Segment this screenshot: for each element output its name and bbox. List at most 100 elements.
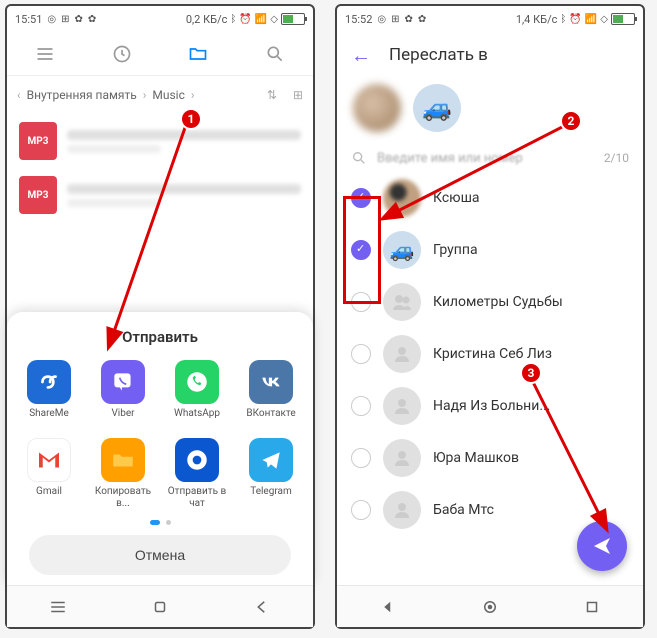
avatar	[383, 335, 421, 373]
checkbox-icon[interactable]	[351, 448, 371, 468]
file-row[interactable]: MP3	[7, 114, 313, 168]
app-label: ShareMe	[29, 408, 69, 432]
folder-icon[interactable]	[187, 43, 209, 65]
checkbox-icon[interactable]	[351, 344, 371, 364]
recent-avatar[interactable]: 🚙	[413, 84, 461, 132]
sort-icon[interactable]: ⇅	[267, 88, 277, 102]
notif-icon: ✿	[75, 14, 83, 25]
folder-icon	[101, 438, 145, 482]
contact-row[interactable]: 🚙 Группа	[345, 224, 635, 276]
chevron-right-icon: ›	[191, 88, 195, 102]
alarm-icon: ⏰	[239, 14, 251, 25]
send-fab[interactable]	[577, 521, 627, 571]
alarm-icon: ⏰	[569, 14, 581, 25]
menu-icon[interactable]	[34, 43, 56, 65]
nav-back-icon[interactable]	[379, 598, 397, 616]
app-label: Копировать в...	[87, 486, 159, 510]
avatar	[383, 179, 421, 217]
whatsapp-icon	[175, 360, 219, 404]
notif-icon: ◎	[47, 14, 56, 25]
breadcrumb[interactable]: ‹ Внутренняя память › Music › ⇅ ⊞	[7, 76, 313, 114]
app-vk[interactable]: ВКонтакте	[235, 360, 307, 432]
checkbox-icon[interactable]	[351, 240, 371, 260]
app-label: WhatsApp	[174, 408, 220, 432]
contact-name: Юра Машков	[433, 450, 519, 466]
app-label: Отправить в чат	[161, 486, 233, 510]
page-title: Переслать в	[389, 45, 488, 65]
avatar	[383, 439, 421, 477]
viber-header: ← Переслать в	[337, 32, 643, 78]
battery-icon	[281, 13, 305, 25]
file-name-blurred	[67, 130, 301, 153]
toolbar	[7, 32, 313, 76]
cancel-button[interactable]: Отмена	[29, 535, 291, 575]
app-whatsapp[interactable]: WhatsApp	[161, 360, 233, 432]
contact-name: Ксюша	[433, 190, 480, 206]
vk-icon	[249, 360, 293, 404]
app-copy[interactable]: Копировать в...	[87, 438, 159, 510]
shareme-icon	[27, 360, 71, 404]
gmail-icon	[27, 438, 71, 482]
status-net: 0,2 КБ/с	[186, 13, 228, 26]
nav-back-icon[interactable]	[253, 598, 271, 616]
search-row[interactable]: Введите имя или номер 2/10	[337, 144, 643, 172]
statusbar: 15:52 ◎ ⊞ ✿ ✿ 1,4 КБ/с ᛒ ⏰ 📶 ◇	[337, 6, 643, 32]
send-icon	[590, 534, 614, 558]
nav-home-icon[interactable]	[481, 598, 499, 616]
notif-icon: ✿	[88, 14, 96, 25]
search-placeholder: Введите имя или номер	[377, 151, 523, 166]
avatar	[383, 387, 421, 425]
contact-list: Ксюша 🚙 Группа Километры Судьбы Кристина…	[337, 172, 643, 536]
grid-icon[interactable]: ⊞	[293, 88, 303, 102]
recent-contacts: 🚙	[337, 78, 643, 144]
contact-row[interactable]: Километры Судьбы	[345, 276, 635, 328]
notif-icon: ⊞	[391, 14, 399, 25]
contact-name: Километры Судьбы	[433, 294, 563, 310]
avatar	[383, 491, 421, 529]
contact-row[interactable]: Кристина Себ Лиз	[345, 328, 635, 380]
nav-home-icon[interactable]	[151, 598, 169, 616]
telegram-icon	[249, 438, 293, 482]
battery-icon	[611, 13, 635, 25]
contact-row[interactable]: Ксюша	[345, 172, 635, 224]
phone-viber: 15:52 ◎ ⊞ ✿ ✿ 1,4 КБ/с ᛒ ⏰ 📶 ◇ ← Пересла…	[335, 4, 645, 629]
nav-menu-icon[interactable]	[49, 598, 67, 616]
notif-icon: ⊞	[61, 14, 69, 25]
avatar: 🚙	[383, 231, 421, 269]
app-chat[interactable]: Отправить в чат	[161, 438, 233, 510]
app-gmail[interactable]: Gmail	[13, 438, 85, 510]
breadcrumb-folder[interactable]: Music	[152, 88, 184, 102]
signal-icon: 📶	[585, 14, 597, 25]
navbar	[337, 585, 643, 627]
checkbox-icon[interactable]	[351, 188, 371, 208]
checkbox-icon[interactable]	[351, 396, 371, 416]
viber-icon	[101, 360, 145, 404]
phone-filemanager: 15:51 ◎ ⊞ ✿ ✿ 0,2 КБ/с ᛒ ⏰ 📶 ◇ ‹ Внутрен…	[5, 4, 315, 629]
chevron-right-icon: ›	[143, 88, 147, 102]
file-row[interactable]: MP3	[7, 168, 313, 222]
bluetooth-icon: ᛒ	[560, 14, 566, 25]
nav-recent-icon[interactable]	[583, 598, 601, 616]
wifi-icon: ◇	[270, 14, 278, 25]
search-icon[interactable]	[264, 43, 286, 65]
recent-avatar[interactable]	[353, 84, 401, 132]
app-grid: ShareMe Viber WhatsApp ВКонтакте Gmail К…	[13, 360, 307, 510]
contact-row[interactable]: Юра Машков	[345, 432, 635, 484]
avatar	[383, 283, 421, 321]
mp3-badge: MP3	[19, 122, 57, 160]
recent-icon[interactable]	[111, 43, 133, 65]
status-time: 15:51	[15, 13, 42, 26]
status-time: 15:52	[345, 13, 372, 26]
checkbox-icon[interactable]	[351, 292, 371, 312]
checkbox-icon[interactable]	[351, 500, 371, 520]
back-arrow-icon[interactable]: ←	[351, 43, 371, 68]
breadcrumb-root[interactable]: Внутренняя память	[27, 88, 137, 102]
chat-icon	[175, 438, 219, 482]
app-telegram[interactable]: Telegram	[235, 438, 307, 510]
contact-name: Баба Мтс	[433, 502, 494, 518]
contact-row[interactable]: Надя Из Больни...	[345, 380, 635, 432]
app-label: Gmail	[36, 486, 62, 510]
app-viber[interactable]: Viber	[87, 360, 159, 432]
app-label: Viber	[111, 408, 134, 432]
app-shareme[interactable]: ShareMe	[13, 360, 85, 432]
